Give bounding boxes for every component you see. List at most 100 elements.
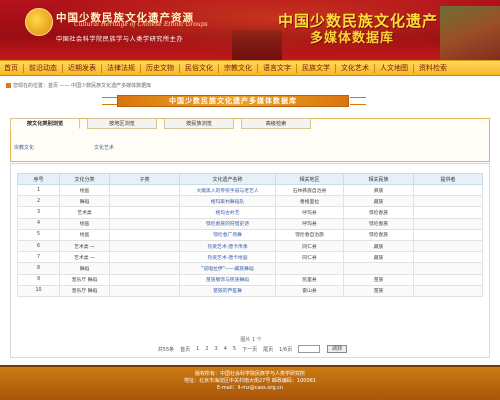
- cell-index: 9: [17, 273, 60, 286]
- table-row[interactable]: 5 绘画 鄂伦春广场舞 鄂伦春自治旗 鄂伦春族: [17, 228, 483, 241]
- cell-ethnicity: 藏族: [343, 239, 414, 253]
- pagination-first[interactable]: 首页: [180, 346, 190, 353]
- pagination-page-of: 1/6页: [279, 346, 293, 353]
- result-count: 图片 1 个: [240, 337, 262, 343]
- pagination-last[interactable]: 尾页: [263, 346, 273, 353]
- cell-index: 1: [17, 183, 60, 197]
- main-nav: 首页 前沿动态 近期发表 法律法规 历史文物 民俗文化 宗教文化 语言文字 民族…: [0, 60, 500, 76]
- nav-item-religion[interactable]: 宗教文化: [224, 63, 252, 73]
- nav-item-folk[interactable]: 民俗文化: [185, 63, 213, 73]
- table-row[interactable]: 9 音乐厅 舞蹈 苗族服饰与民族舞蹈 凯里县 苗族: [17, 273, 483, 286]
- cell-provider: [413, 217, 483, 230]
- cell-heritage-name[interactable]: 鄂伦春广场舞: [179, 228, 276, 241]
- cell-category: 舞蹈: [59, 262, 110, 275]
- cell-region: [275, 262, 344, 275]
- cell-subcategory: [109, 273, 180, 286]
- cell-heritage-name[interactable]: 苗族服饰与民族舞蹈: [179, 273, 276, 286]
- page-jump-button[interactable]: 跳转: [327, 345, 348, 353]
- cell-subcategory: [109, 239, 180, 253]
- nav-item-literature[interactable]: 民族文学: [302, 63, 330, 73]
- tab-by-region[interactable]: 按地区浏览: [87, 118, 157, 129]
- banner-title-line2: 多媒体数据库: [310, 31, 395, 46]
- filter-link-religion[interactable]: 宗教文化: [14, 144, 34, 151]
- cell-heritage-name[interactable]: 大耀黑人的传统手鼓与老艺人: [179, 183, 276, 197]
- results-body: 1 绘画 大耀黑人的传统手鼓与老艺人 石林彝族自治县 彝族 2 舞蹈 格玛家村舞蹈队 香格里拉藏…: [17, 183, 483, 297]
- cell-heritage-name[interactable]: 苗族的芦笙舞: [179, 284, 276, 297]
- nav-item-arts[interactable]: 文化艺术: [341, 63, 369, 73]
- cell-provider: [413, 206, 483, 219]
- tab-advanced-search[interactable]: 高级检索: [241, 118, 311, 129]
- cell-category: 艺术类 一: [59, 251, 110, 264]
- cell-ethnicity: 藏族: [343, 195, 414, 208]
- table-row[interactable]: 10 音乐厅 舞蹈 苗族的芦笙舞 雷山县 苗族: [17, 284, 483, 297]
- filter-link-arts[interactable]: 文化艺术: [94, 144, 114, 151]
- table-row[interactable]: 8 舞蹈 "说唱拉伊"——藏族舞蹈: [17, 262, 483, 275]
- nav-divider: [296, 63, 297, 73]
- cell-region: 石林彝族自治县: [275, 183, 344, 197]
- cell-index: 7: [17, 251, 60, 264]
- cell-heritage-name[interactable]: 格玛家村舞蹈队: [179, 195, 276, 208]
- cell-index: 3: [17, 206, 60, 219]
- table-row[interactable]: 7 艺术类 一 热贡艺术-唐卡绘画 同仁县 藏族: [17, 251, 483, 264]
- cell-region: 雷山县: [275, 284, 344, 297]
- cell-provider: [413, 239, 483, 253]
- cell-category: 艺术类: [59, 206, 110, 219]
- cell-ethnicity: 鄂伦春族: [343, 217, 414, 230]
- results-table: 序号 文化分类 子类 文化遗产名称 相关地区 相关民族 提供者 1 绘画 大耀黑人的…: [17, 173, 483, 297]
- cell-category: 绘画: [59, 228, 110, 241]
- col-header-category: 文化分类: [59, 173, 110, 185]
- tab-by-ethnicity[interactable]: 按民族浏览: [164, 118, 234, 129]
- cell-subcategory: [109, 251, 180, 264]
- cell-heritage-name[interactable]: 热贡艺术-唐卡传承: [179, 239, 276, 253]
- cell-heritage-name[interactable]: 热贡艺术-唐卡绘画: [179, 251, 276, 264]
- nav-item-news[interactable]: 前沿动态: [29, 63, 57, 73]
- nav-item-search[interactable]: 资料检索: [419, 63, 447, 73]
- nav-item-relics[interactable]: 历史文物: [146, 63, 174, 73]
- table-row[interactable]: 3 艺术类 格玛古村艺 呼玛县 鄂伦春族: [17, 206, 483, 219]
- table-row[interactable]: 6 艺术类 一 热贡艺术-唐卡传承 同仁县 藏族: [17, 239, 483, 253]
- nav-item-recent[interactable]: 近期发表: [68, 63, 96, 73]
- section-title: 中国少数民族文化遗产多媒体数据库: [117, 95, 349, 107]
- cell-provider: [413, 228, 483, 241]
- table-row[interactable]: 2 舞蹈 格玛家村舞蹈队 香格里拉 藏族: [17, 195, 483, 208]
- pagination-page-5[interactable]: 5: [233, 346, 236, 352]
- pagination-page-2[interactable]: 2: [205, 346, 208, 352]
- pagination-page-3[interactable]: 3: [215, 346, 218, 352]
- page-jump-input[interactable]: [298, 345, 321, 353]
- header-photo-left: [232, 30, 282, 60]
- col-header-subcategory: 子类: [109, 173, 180, 185]
- table-row[interactable]: 4 绘画 鄂伦春族的狩猎史诗 呼玛县 鄂伦春族: [17, 217, 483, 230]
- pagination-page-1[interactable]: 1: [196, 346, 199, 352]
- nav-item-law[interactable]: 法律法规: [107, 63, 135, 73]
- pagination-next[interactable]: 下一页: [242, 346, 257, 353]
- table-row[interactable]: 1 绘画 大耀黑人的传统手鼓与老艺人 石林彝族自治县 彝族: [17, 183, 483, 197]
- cell-provider: [413, 195, 483, 208]
- cell-ethnicity: 彝族: [343, 183, 414, 197]
- footer-address: 地址：北京市海淀区中关村南大街27号 邮政编码：100081: [183, 378, 317, 384]
- cell-heritage-name[interactable]: 格玛古村艺: [179, 206, 276, 219]
- pagination-page-4[interactable]: 4: [224, 346, 227, 352]
- footer-email[interactable]: E-mail：ll-mz@cass.org.cn: [0, 385, 500, 392]
- cell-heritage-name[interactable]: 鄂伦春族的狩猎史诗: [179, 217, 276, 230]
- nav-item-home[interactable]: 首页: [4, 63, 18, 73]
- pagination-total: 共55条: [157, 346, 175, 353]
- cell-index: 10: [17, 284, 60, 297]
- cell-region: 呼玛县: [275, 206, 344, 219]
- cell-ethnicity: 苗族: [343, 284, 414, 297]
- cell-heritage-name[interactable]: "说唱拉伊"——藏族舞蹈: [179, 262, 276, 275]
- footer-copyright: 版权所有：中国社会科学院民族学与人类学研究所: [194, 371, 305, 377]
- col-header-provider: 提供者: [413, 173, 483, 185]
- site-logo-icon[interactable]: [25, 8, 53, 36]
- cell-ethnicity: 鄂伦春族: [343, 228, 414, 241]
- table-header-row: 序号 文化分类 子类 文化遗产名称 相关地区 相关民族 提供者: [17, 173, 483, 185]
- nav-item-map[interactable]: 人文地图: [380, 63, 408, 73]
- cell-category: 绘画: [59, 217, 110, 230]
- col-header-heritage-name: 文化遗产名称: [179, 173, 276, 185]
- cell-region: 呼玛县: [275, 217, 344, 230]
- cell-subcategory: [109, 195, 180, 208]
- breadcrumb-text[interactable]: 您现在的位置：首页 —— 中国少数民族文化遗产多媒体数据库: [13, 83, 151, 89]
- nav-item-language[interactable]: 语言文字: [263, 63, 291, 73]
- cell-region: 同仁县: [275, 239, 344, 253]
- tab-by-category[interactable]: 按文化类别浏览: [10, 118, 80, 129]
- cell-provider: [413, 251, 483, 264]
